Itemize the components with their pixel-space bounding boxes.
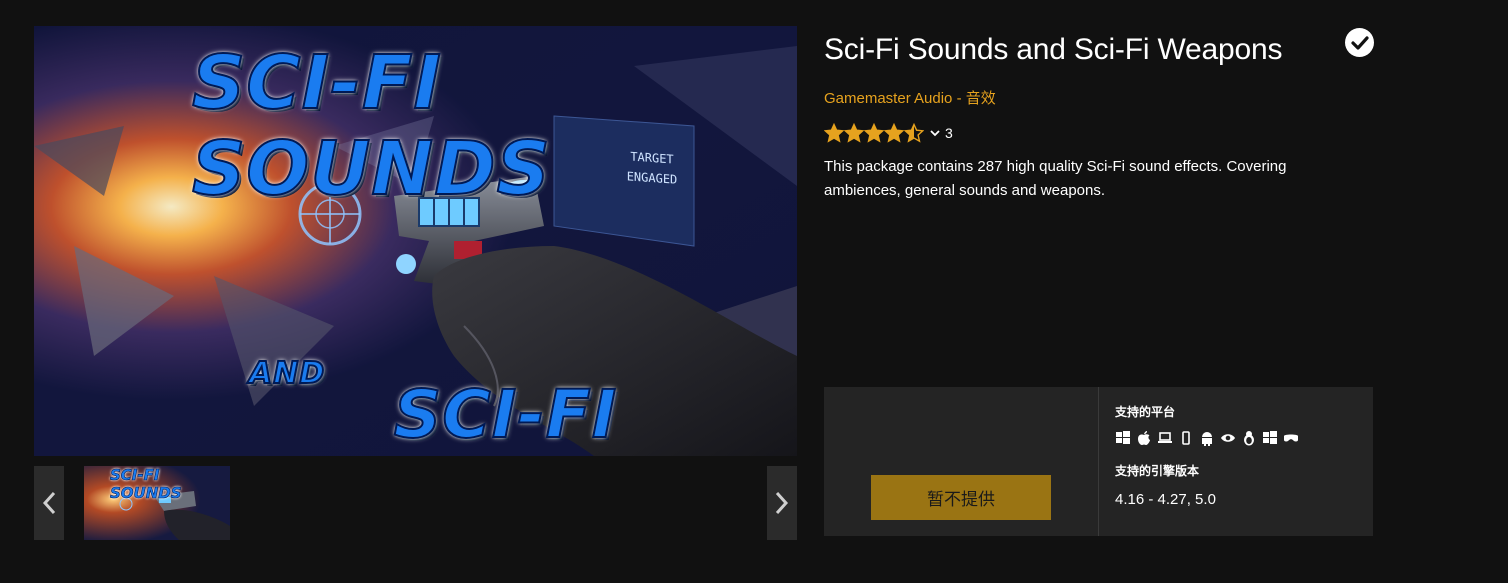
star-icon — [824, 123, 844, 143]
platform-icons — [1115, 430, 1304, 446]
hero-title-line3: SCI-FI WEAPONS — [313, 375, 697, 456]
seller-line: Gamemaster Audio - 音效 — [824, 87, 996, 108]
seller-separator: - — [952, 90, 966, 107]
rating: 3 — [824, 122, 953, 144]
compatibility-info: 支持的平台 支持的引擎版本 4.16 - 4.27, 5.0 — [1099, 387, 1304, 536]
apple-icon — [1138, 431, 1150, 445]
star-icon — [884, 123, 904, 143]
chevron-down-icon[interactable] — [930, 129, 940, 137]
chevron-left-icon — [42, 491, 56, 515]
android-icon — [1202, 432, 1212, 446]
linux-icon — [1244, 431, 1254, 446]
star-icon — [904, 123, 924, 143]
thumbnail-caption: SCI-FI SOUNDS — [110, 466, 182, 502]
star-icon — [864, 123, 884, 143]
chevron-right-icon — [775, 491, 789, 515]
vr-headset-icon — [1284, 434, 1298, 442]
product-description: This package contains 287 high quality S… — [824, 158, 1287, 199]
laptop-icon — [1158, 432, 1172, 443]
rating-stars — [824, 123, 924, 143]
eye-icon — [1221, 434, 1235, 442]
windows-icon — [1263, 431, 1277, 444]
purchase-panel: 暂不提供 支持的平台 支持的引擎版本 4.16 - 4.27, 5.0 — [824, 387, 1373, 536]
purchase-action-area: 暂不提供 — [824, 387, 1099, 536]
gallery-thumbnail[interactable]: SCI-FI SOUNDS — [84, 466, 230, 540]
mobile-icon — [1182, 431, 1190, 445]
check-circle-icon — [1345, 28, 1374, 57]
gallery-next-button[interactable] — [767, 466, 797, 540]
gallery-prev-button[interactable] — [34, 466, 64, 540]
star-icon — [844, 123, 864, 143]
windows-icon — [1116, 431, 1130, 444]
hero-hud-text: TARGET ENGAGED — [582, 137, 722, 227]
category-link[interactable]: 音效 — [966, 90, 996, 107]
unavailable-button[interactable]: 暂不提供 — [871, 475, 1051, 520]
engine-version-label: 支持的引擎版本 — [1115, 464, 1200, 478]
rating-count: 3 — [945, 125, 953, 141]
platforms-label: 支持的平台 — [1115, 405, 1176, 419]
engine-versions: 4.16 - 4.27, 5.0 — [1115, 491, 1216, 508]
seller-link[interactable]: Gamemaster Audio — [824, 90, 952, 107]
product-title: Sci-Fi Sounds and Sci-Fi Weapons — [824, 33, 1283, 66]
hero-image[interactable]: SCI-FI SOUNDS AND SCI-FI WEAPONS TARGET … — [34, 26, 797, 456]
